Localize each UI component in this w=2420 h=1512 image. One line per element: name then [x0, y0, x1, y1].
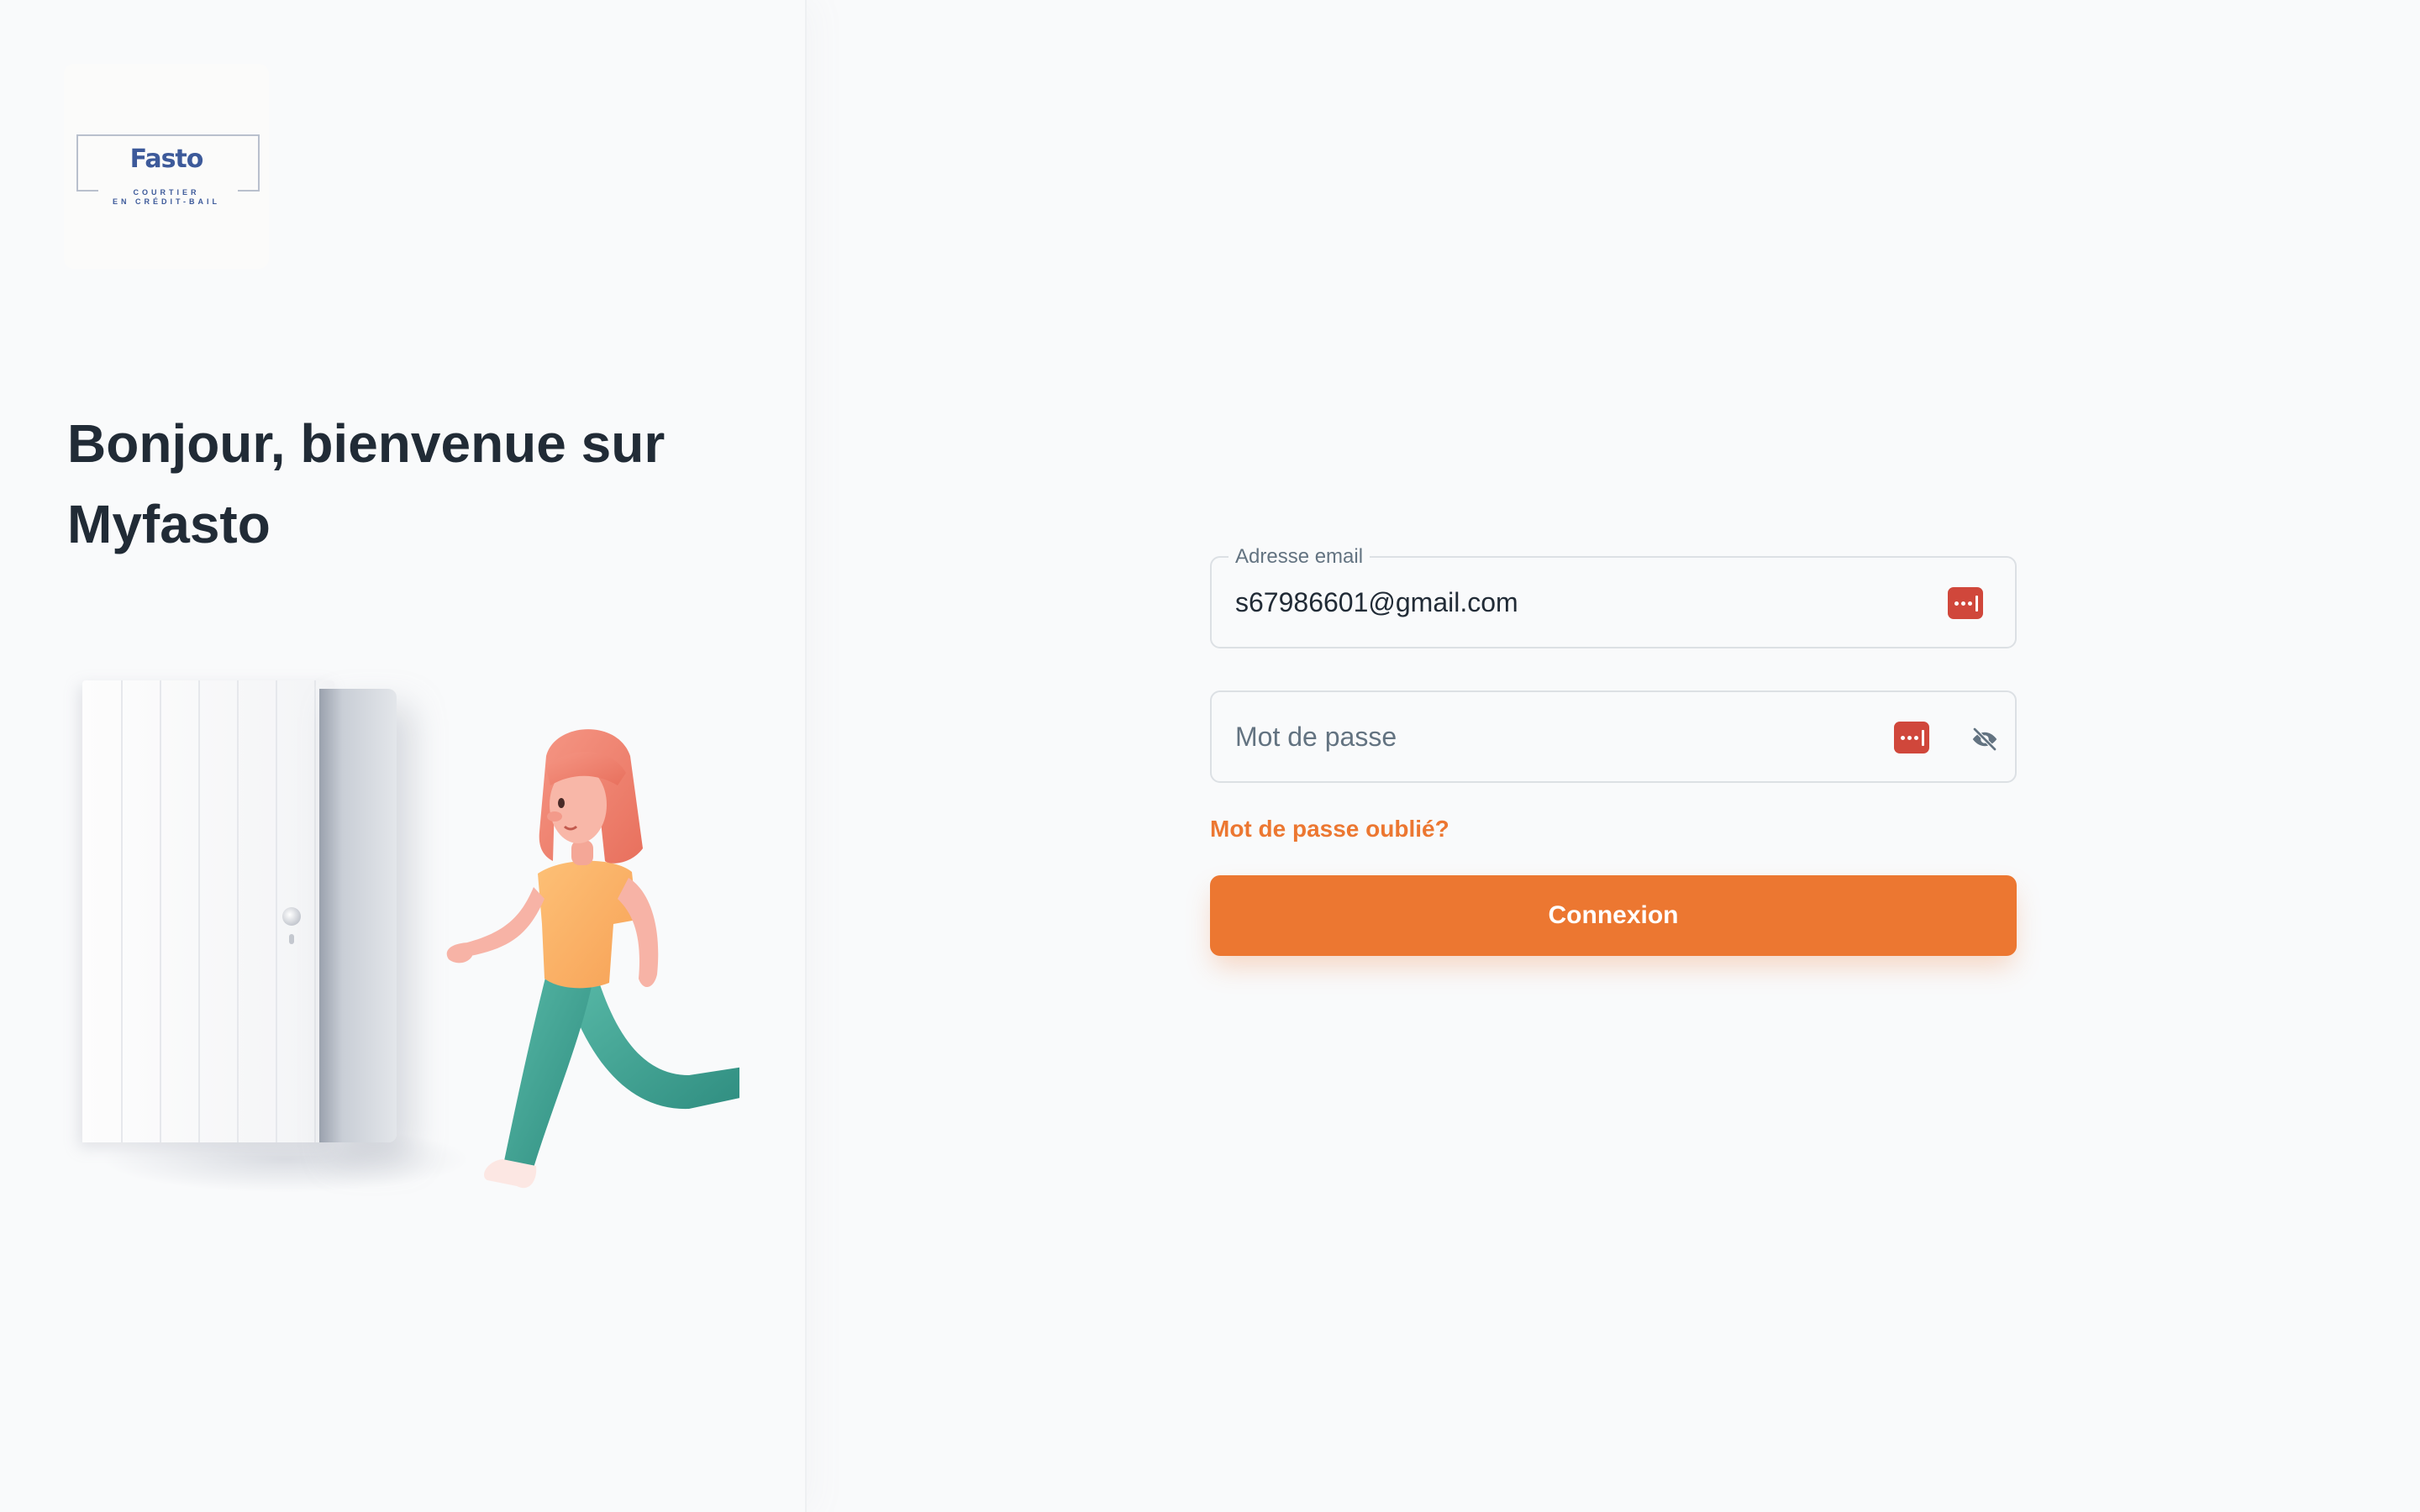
door-groove [160, 680, 161, 1142]
logo-tagline-line-1: COURTIER [133, 188, 200, 197]
door-edge [319, 689, 397, 1142]
logo-tagline-line-2: EN CRÉDIT-BAIL [113, 197, 220, 206]
door-groove [276, 680, 277, 1142]
fasto-logo[interactable]: Fasto COURTIER EN CRÉDIT-BAIL [64, 64, 269, 269]
password-manager-icon[interactable] [1948, 587, 1983, 619]
door-groove [198, 680, 200, 1142]
login-button[interactable]: Connexion [1210, 875, 2017, 956]
password-manager-icon[interactable] [1894, 722, 1929, 753]
door-groove [121, 680, 123, 1142]
welcome-panel: Fasto COURTIER EN CRÉDIT-BAIL Bonjour, b… [0, 0, 807, 1512]
email-field[interactable]: Adresse email [1210, 544, 2017, 648]
login-page: Fasto COURTIER EN CRÉDIT-BAIL Bonjour, b… [0, 0, 2420, 1512]
door-groove [314, 680, 316, 1142]
door-keyhole [289, 934, 294, 944]
logo-name: Fasto [129, 144, 204, 174]
password-input[interactable] [1235, 692, 1823, 781]
email-input[interactable] [1235, 558, 1823, 647]
eye-off-icon[interactable] [1970, 724, 2000, 754]
forgot-password-link[interactable]: Mot de passe oublié? [1210, 815, 2017, 843]
login-form: Adresse email M [1210, 544, 2017, 956]
running-woman-illustration [446, 729, 739, 1189]
door-knob [282, 907, 301, 926]
login-illustration [67, 655, 756, 1243]
welcome-heading: Bonjour, bienvenue sur Myfasto [67, 413, 666, 554]
password-field[interactable] [1210, 690, 2017, 783]
door-groove [237, 680, 239, 1142]
